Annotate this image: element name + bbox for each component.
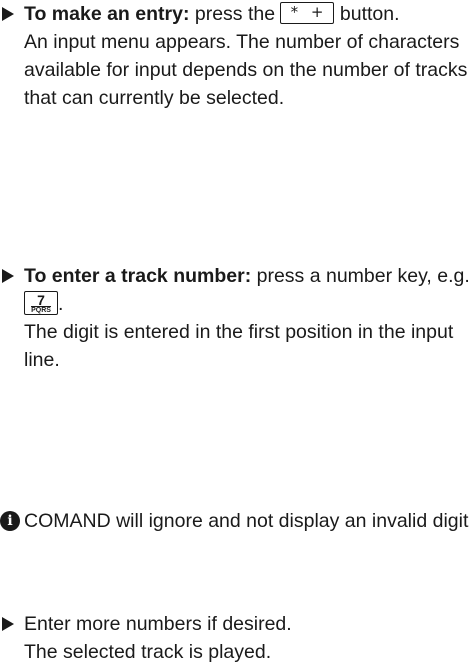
info-note-text: COMAND will ignore and not display an in… xyxy=(24,510,469,532)
step-make-entry: To make an entry: press the * + button. … xyxy=(0,0,469,112)
key-letters: PQRS xyxy=(31,306,51,314)
step-make-entry-heading: To make an entry: xyxy=(24,3,190,25)
step-make-entry-text: press the xyxy=(189,3,281,25)
info-note: i COMAND will ignore and not display an … xyxy=(0,507,469,535)
step-make-entry-text-after: button. xyxy=(334,3,400,25)
step-enter-more-text: Enter more numbers if desired. xyxy=(24,613,292,635)
star-plus-key-icon: * + xyxy=(280,1,335,24)
arrow-bullet-icon xyxy=(2,7,14,21)
step-enter-track-suffix: . xyxy=(58,293,64,315)
step-make-entry-result: An input menu appears. The number of cha… xyxy=(24,31,468,109)
arrow-bullet-icon xyxy=(2,617,14,631)
step-enter-track-number: To enter a track number: press a number … xyxy=(0,262,469,374)
step-enter-track-text: press a number key, e.g. xyxy=(251,265,469,287)
step-enter-more: Enter more numbers if desired. The selec… xyxy=(0,610,469,666)
step-enter-more-result: The selected track is played. xyxy=(24,641,272,663)
step-enter-track-heading: To enter a track number: xyxy=(24,265,252,287)
step-enter-track-result: The digit is entered in the first positi… xyxy=(24,321,454,371)
info-icon: i xyxy=(0,511,20,531)
arrow-bullet-icon xyxy=(2,269,14,283)
number-7-key-icon: 7 PQRS xyxy=(24,290,58,315)
